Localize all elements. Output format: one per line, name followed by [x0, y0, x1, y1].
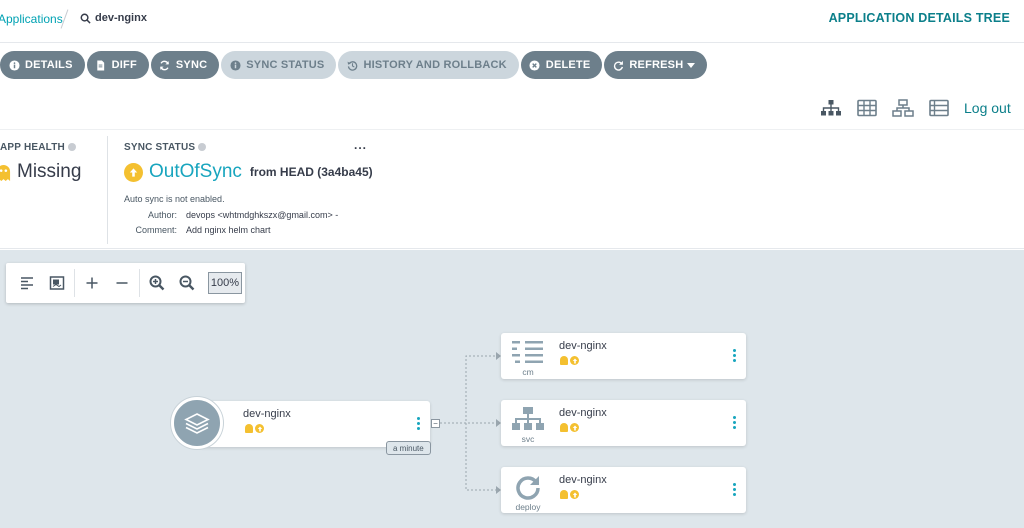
action-toolbar: DETAILS DIFF SYNC SYNC STATUS HISTORY AN…	[0, 51, 708, 79]
status-divider	[107, 136, 108, 244]
health-missing-icon	[245, 424, 253, 433]
tree-view-icon[interactable]	[820, 97, 842, 119]
info-icon	[229, 59, 241, 71]
status-panel: APP HEALTH Missing SYNC STATUS ... OutOf…	[0, 129, 1024, 249]
author-value: devops <whtmdghkszx@gmail.com> -	[186, 210, 339, 220]
deployment-node-name: dev-nginx	[559, 474, 607, 486]
list-view-icon[interactable]	[928, 97, 950, 119]
sync-icon	[159, 59, 171, 71]
pods-view-icon[interactable]	[856, 97, 878, 119]
breadcrumb-current-label: dev-nginx	[95, 12, 147, 24]
history-icon	[346, 59, 358, 71]
configmap-node-name: dev-nginx	[559, 340, 607, 352]
kebab-menu-icon[interactable]	[417, 417, 421, 430]
help-icon[interactable]	[198, 143, 207, 152]
application-icon	[171, 397, 223, 449]
author-key: Author:	[147, 210, 177, 220]
info-icon	[8, 59, 20, 71]
out-of-sync-icon	[124, 162, 143, 182]
refresh-button[interactable]: REFRESH	[604, 51, 708, 79]
configmap-node[interactable]: cm dev-nginx	[501, 333, 746, 379]
deployment-status-badges	[560, 490, 579, 499]
health-missing-icon	[560, 356, 568, 365]
service-status-badges	[560, 423, 579, 432]
app-health-text: Missing	[17, 161, 82, 182]
sync-label: SYNC	[175, 59, 208, 71]
sync-status-value: OutOfSync from HEAD (3a4ba45)	[124, 161, 373, 183]
out-of-sync-icon	[255, 424, 264, 433]
logout-link[interactable]: Log out	[964, 100, 1011, 116]
page-title: APPLICATION DETAILS TREE	[828, 11, 1010, 25]
service-kind-label: svc	[521, 434, 535, 444]
configmap-status-badges	[560, 356, 579, 365]
view-switcher	[820, 97, 950, 119]
caret-down-icon	[687, 62, 696, 68]
sync-status-heading: SYNC STATUS	[124, 142, 207, 153]
delete-button[interactable]: DELETE	[520, 51, 603, 79]
out-of-sync-icon	[570, 423, 579, 432]
refresh-label: REFRESH	[629, 59, 684, 71]
collapse-toggle[interactable]: −	[431, 419, 440, 428]
auto-sync-note: Auto sync is not enabled.	[124, 194, 225, 204]
ghost-icon	[0, 164, 11, 181]
search-icon	[80, 13, 91, 24]
delete-label: DELETE	[545, 59, 591, 71]
kebab-menu-icon[interactable]	[733, 483, 737, 496]
help-icon[interactable]	[67, 143, 76, 152]
configmap-icon	[512, 341, 544, 370]
sync-status-button[interactable]: SYNC STATUS	[221, 51, 337, 79]
more-menu-icon[interactable]: ...	[354, 138, 367, 152]
configmap-kind-label: cm	[522, 367, 534, 377]
kebab-menu-icon[interactable]	[733, 416, 737, 429]
sync-revision: from HEAD (3a4ba45)	[249, 165, 373, 179]
breadcrumb-current[interactable]: dev-nginx	[80, 12, 147, 24]
diff-button[interactable]: DIFF	[86, 51, 149, 79]
history-and-rollback-button[interactable]: HISTORY AND ROLLBACK	[338, 51, 519, 79]
history-and-rollback-label: HISTORY AND ROLLBACK	[363, 59, 507, 71]
file-icon	[95, 59, 107, 71]
comment-value: Add nginx helm chart	[186, 225, 271, 235]
edge-to-cm	[440, 355, 496, 424]
app-health-heading: APP HEALTH	[0, 142, 76, 153]
service-node-name: dev-nginx	[559, 407, 607, 419]
app-health-label: APP HEALTH	[0, 142, 65, 153]
kebab-menu-icon[interactable]	[733, 349, 737, 362]
out-of-sync-icon	[570, 490, 579, 499]
deployment-kind-label: deploy	[515, 502, 541, 512]
details-button[interactable]: DETAILS	[0, 51, 85, 79]
deployment-node[interactable]: deploy dev-nginx	[501, 467, 746, 513]
app-node-status-badges	[245, 424, 264, 433]
resource-tree-canvas[interactable]: 100% dev-nginx − a minute cm dev-nginx s…	[0, 250, 1024, 528]
top-bar: Applications dev-nginx APPLICATION DETAI…	[0, 0, 1024, 43]
app-health-value: Missing	[0, 161, 81, 183]
app-age-badge: a minute	[386, 441, 431, 455]
health-missing-icon	[560, 490, 568, 499]
app-node-name: dev-nginx	[243, 408, 291, 420]
service-node[interactable]: svc dev-nginx	[501, 400, 746, 446]
times-circle-icon	[529, 59, 541, 71]
out-of-sync-icon	[570, 356, 579, 365]
diff-label: DIFF	[111, 59, 137, 71]
sync-status-label: SYNC STATUS	[246, 59, 325, 71]
sync-status-heading-label: SYNC STATUS	[124, 142, 196, 153]
breadcrumb-applications-link[interactable]: Applications	[0, 12, 63, 26]
network-view-icon[interactable]	[892, 97, 914, 119]
redo-icon	[612, 59, 624, 71]
details-label: DETAILS	[25, 59, 73, 71]
edge-to-deploy	[465, 423, 496, 491]
health-missing-icon	[560, 423, 568, 432]
sync-status-text: OutOfSync	[149, 161, 242, 182]
comment-key: Comment:	[135, 225, 177, 235]
sync-button[interactable]: SYNC	[150, 51, 220, 79]
